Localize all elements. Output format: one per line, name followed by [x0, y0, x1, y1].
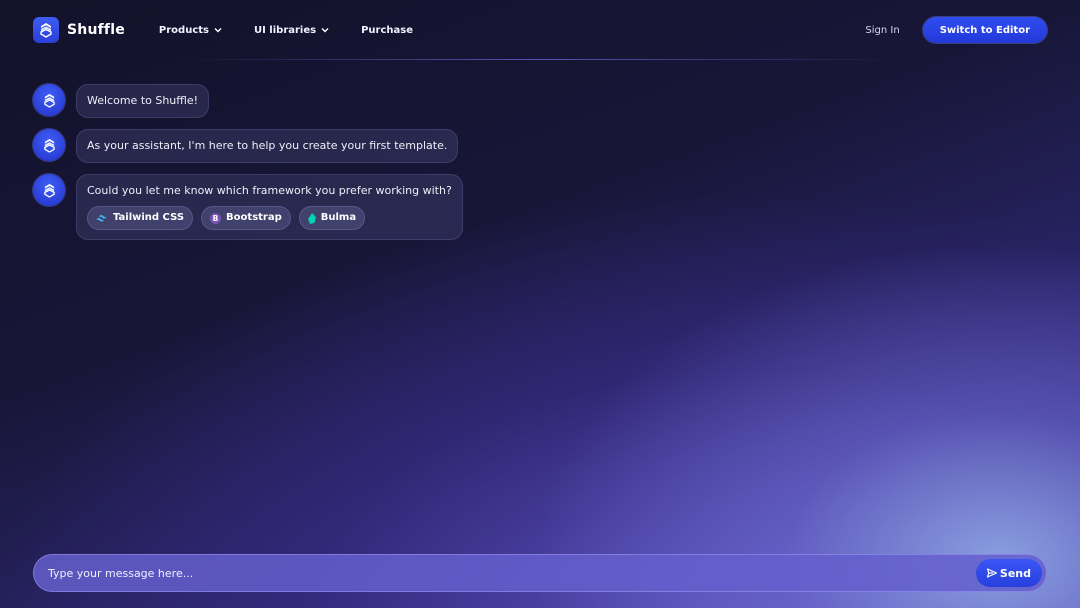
- sign-in-link[interactable]: Sign In: [865, 25, 899, 36]
- assistant-avatar: [33, 174, 65, 206]
- assistant-avatar: [33, 84, 65, 116]
- shuffle-logo-icon: [43, 183, 55, 198]
- brand-name: Shuffle: [67, 22, 125, 38]
- bulma-icon: [307, 212, 316, 224]
- assistant-avatar: [33, 129, 65, 161]
- option-bootstrap[interactable]: B Bootstrap: [201, 206, 291, 230]
- option-label: Bulma: [320, 212, 357, 223]
- send-icon: [986, 568, 997, 578]
- message-text: Could you let me know which framework yo…: [87, 184, 452, 197]
- option-bulma[interactable]: Bulma: [298, 206, 366, 230]
- shuffle-logo-icon: [43, 93, 55, 108]
- send-label: Send: [999, 566, 1031, 580]
- nav-ui-libraries-label: UI libraries: [253, 24, 317, 36]
- bootstrap-icon: B: [210, 212, 222, 224]
- top-navbar: Shuffle Products UI libraries Purchase S…: [0, 0, 1080, 60]
- framework-options: Tailwind CSS B Bootstrap Bulma: [87, 206, 452, 230]
- header-actions: Sign In Switch to Editor: [865, 17, 1047, 43]
- chat-message: Could you let me know which framework yo…: [33, 174, 463, 240]
- nav-products[interactable]: Products: [159, 25, 222, 36]
- brand-logo[interactable]: Shuffle: [33, 17, 125, 43]
- nav-purchase-label: Purchase: [361, 24, 414, 36]
- message-bubble: Could you let me know which framework yo…: [76, 174, 463, 240]
- chat-message: As your assistant, I'm here to help you …: [33, 129, 463, 163]
- svg-text:B: B: [213, 214, 219, 223]
- option-label: Bootstrap: [226, 212, 282, 223]
- message-composer: Send: [33, 554, 1047, 592]
- nav-ui-libraries[interactable]: UI libraries: [254, 25, 329, 36]
- chevron-down-icon: [321, 28, 329, 33]
- message-input[interactable]: [48, 566, 976, 580]
- option-tailwind-css[interactable]: Tailwind CSS: [87, 206, 194, 230]
- message-bubble: Welcome to Shuffle!: [76, 84, 210, 118]
- option-label: Tailwind CSS: [113, 212, 185, 223]
- shuffle-logo-icon: [43, 138, 55, 153]
- chat-message: Welcome to Shuffle!: [33, 84, 463, 118]
- tailwind-icon: [96, 214, 108, 222]
- send-button[interactable]: Send: [975, 559, 1042, 587]
- message-bubble: As your assistant, I'm here to help you …: [76, 129, 459, 163]
- main-nav: Products UI libraries Purchase: [159, 25, 445, 36]
- nav-purchase[interactable]: Purchase: [361, 25, 413, 36]
- switch-to-editor-button[interactable]: Switch to Editor: [922, 17, 1047, 43]
- chevron-down-icon: [214, 28, 222, 33]
- chat-thread: Welcome to Shuffle! As your assistant, I…: [33, 84, 463, 251]
- nav-products-label: Products: [158, 24, 209, 36]
- shuffle-logo-icon: [33, 17, 59, 43]
